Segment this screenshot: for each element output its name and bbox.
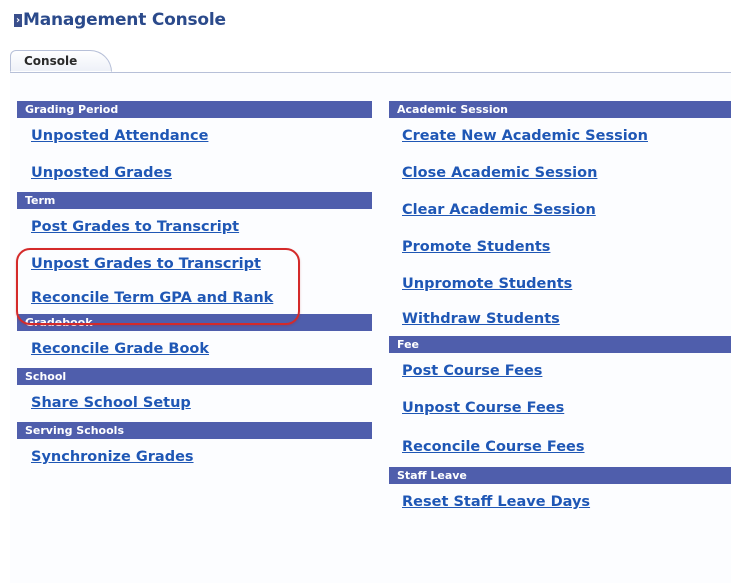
section-header-grading-period: Grading Period	[17, 101, 372, 118]
section-header-fee: Fee	[389, 336, 731, 353]
page-title: › Management Console	[14, 10, 226, 30]
link-reset-staff-leave-days[interactable]: Reset Staff Leave Days	[389, 484, 731, 521]
link-clear-academic-session[interactable]: Clear Academic Session	[389, 192, 731, 229]
link-withdraw-students[interactable]: Withdraw Students	[389, 303, 731, 336]
link-reconcile-course-fees[interactable]: Reconcile Course Fees	[389, 427, 731, 467]
link-post-course-fees[interactable]: Post Course Fees	[389, 353, 731, 390]
right-column: Academic Session Create New Academic Ses…	[389, 101, 731, 521]
section-header-gradebook: Gradebook	[17, 314, 372, 331]
link-post-grades-to-transcript[interactable]: Post Grades to Transcript	[17, 209, 372, 246]
section-header-term: Term	[17, 192, 372, 209]
link-share-school-setup[interactable]: Share School Setup	[17, 385, 372, 422]
link-promote-students[interactable]: Promote Students	[389, 229, 731, 266]
section-header-staff-leave: Staff Leave	[389, 467, 731, 484]
link-reconcile-grade-book[interactable]: Reconcile Grade Book	[17, 331, 372, 368]
tab-bar: Console	[10, 48, 731, 73]
link-unposted-attendance[interactable]: Unposted Attendance	[17, 118, 372, 155]
link-close-academic-session[interactable]: Close Academic Session	[389, 155, 731, 192]
link-reconcile-term-gpa-and-rank[interactable]: Reconcile Term GPA and Rank	[17, 283, 372, 314]
title-marker-icon: ›	[14, 13, 22, 27]
link-unpromote-students[interactable]: Unpromote Students	[389, 266, 731, 303]
page-title-text: Management Console	[23, 10, 226, 30]
link-unpost-course-fees[interactable]: Unpost Course Fees	[389, 390, 731, 427]
link-unpost-grades-to-transcript[interactable]: Unpost Grades to Transcript	[17, 246, 372, 283]
left-column: Grading Period Unposted Attendance Unpos…	[17, 101, 372, 476]
link-create-new-academic-session[interactable]: Create New Academic Session	[389, 118, 731, 155]
section-header-serving-schools: Serving Schools	[17, 422, 372, 439]
link-unposted-grades[interactable]: Unposted Grades	[17, 155, 372, 192]
link-synchronize-grades[interactable]: Synchronize Grades	[17, 439, 372, 476]
section-header-school: School	[17, 368, 372, 385]
section-header-academic-session: Academic Session	[389, 101, 731, 118]
tab-console[interactable]: Console	[10, 50, 112, 72]
